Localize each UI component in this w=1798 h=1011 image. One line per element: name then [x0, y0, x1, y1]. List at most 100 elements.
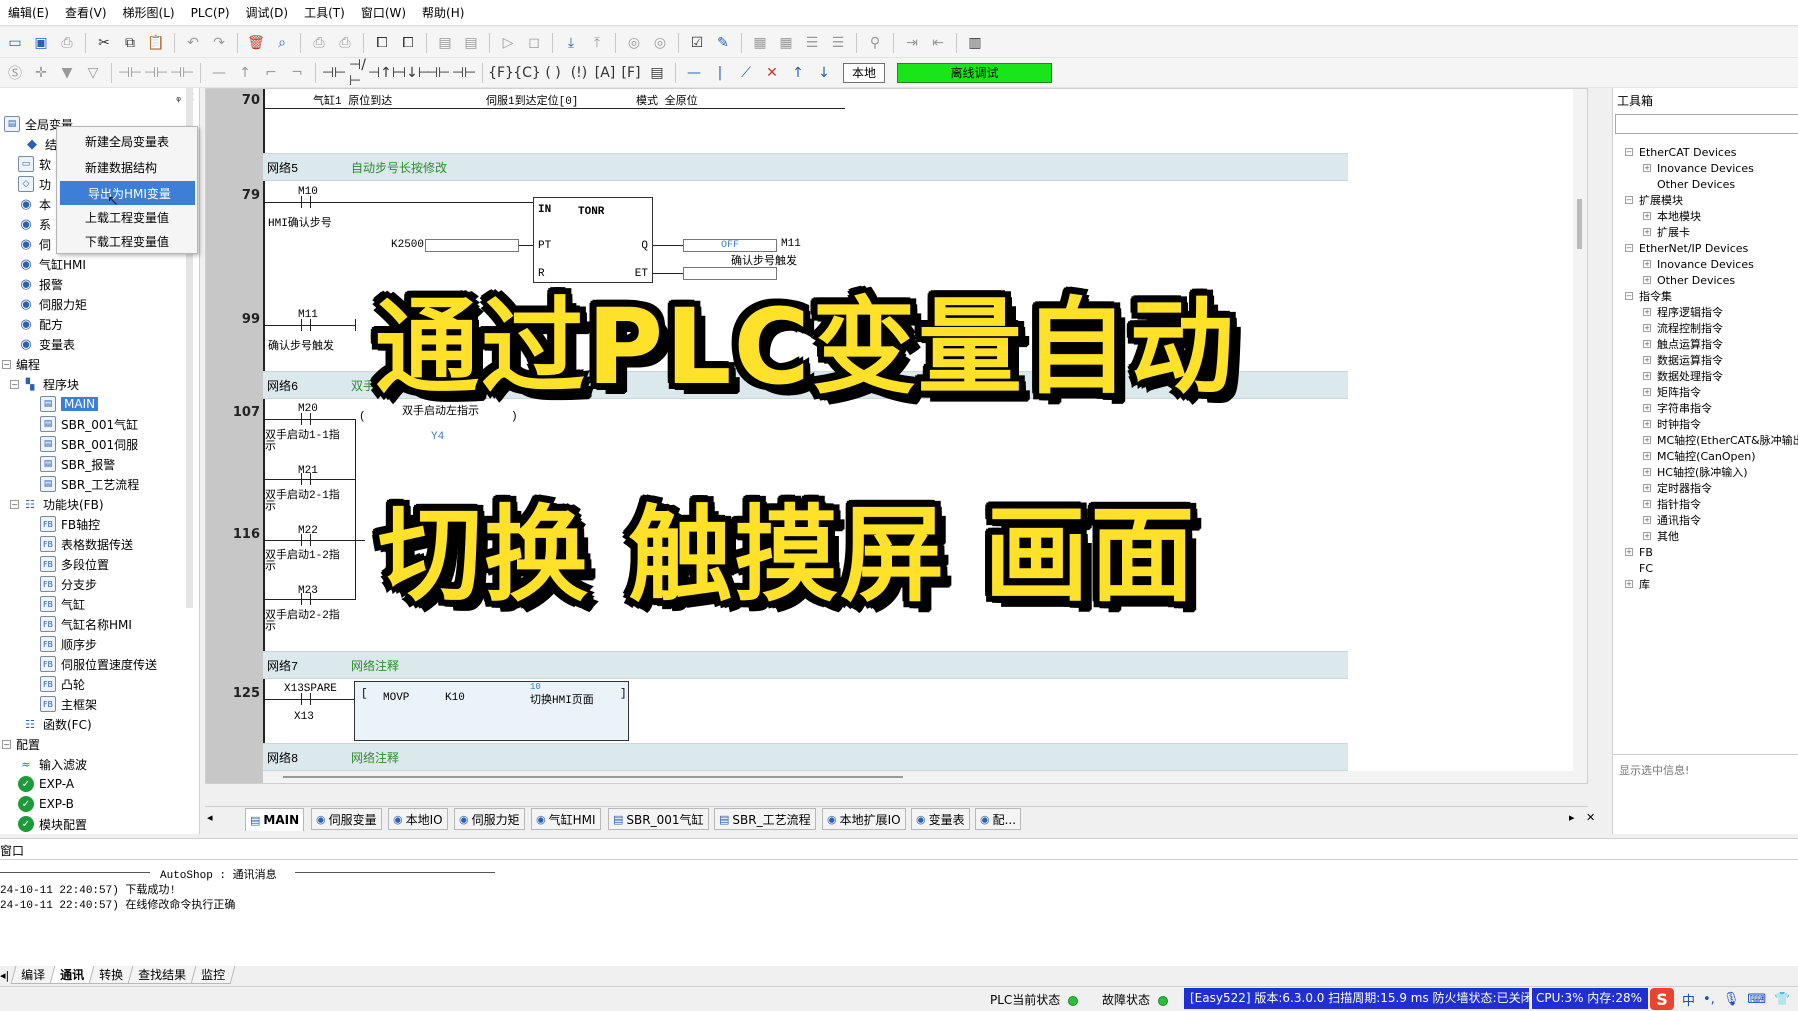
tree-config[interactable]: 配置: [16, 734, 40, 754]
down-arrow-icon[interactable]: ↓: [813, 62, 835, 84]
ctx-download-values[interactable]: 下载工程变量值: [57, 229, 197, 253]
tree-fb-servo-pos[interactable]: FB 伺服位置速度传送: [40, 654, 157, 674]
tree-module-config[interactable]: ✓ 模块配置: [18, 814, 87, 834]
tab-cyl-hmi[interactable]: ◉ 气缸HMI: [531, 808, 601, 830]
menu-edit[interactable]: 编辑(E): [8, 4, 49, 21]
tree-programming[interactable]: 编程: [16, 354, 40, 374]
keyboard-icon[interactable]: ⌨: [1747, 992, 1766, 1007]
ctx-new-global-table[interactable]: 新建全局变量表: [57, 129, 197, 153]
delete-icon[interactable]: 🗑: [245, 32, 267, 54]
toolbox-node[interactable]: + 其他: [1643, 528, 1679, 544]
tree-sbr-servo[interactable]: ▤ SBR_001伺服: [40, 434, 138, 454]
network-header[interactable]: 网络5 自动步号长按修改: [263, 153, 1348, 181]
network-header[interactable]: 网络8 网络注释: [263, 743, 1348, 771]
shirt-icon[interactable]: 👕: [1774, 992, 1790, 1007]
toolbox-node[interactable]: − 指令集: [1625, 288, 1672, 304]
tree-item-soft[interactable]: ▭ 软: [18, 154, 51, 174]
tree-item-system[interactable]: ◉ 系: [18, 214, 51, 234]
toolbox-node[interactable]: + 程序逻辑指令: [1643, 304, 1723, 320]
editor-vertical-scrollbar[interactable]: [1573, 89, 1587, 783]
toolbox-node[interactable]: + MC轴控(EtherCAT&脉冲输出): [1643, 432, 1798, 448]
ctx-export-hmi-vars[interactable]: 导出为HMI变量: [60, 181, 195, 205]
line-icon[interactable]: —: [208, 62, 230, 84]
tree-fb-sequence[interactable]: FB 顺序步: [40, 634, 97, 654]
tree-item-servo[interactable]: ◉ 伺: [18, 234, 51, 254]
corner-icon[interactable]: ⌐: [260, 62, 282, 84]
ime-toolbar[interactable]: S 中 •, 🎙 ⌨ 👕 ⁞⁞: [1650, 988, 1798, 1010]
contact2-icon[interactable]: ⊣⊢: [144, 62, 168, 84]
offline-debug-button[interactable]: 离线调试: [897, 62, 1053, 83]
tree-item-alarm[interactable]: ◉ 报警: [18, 274, 63, 294]
toolbox-node[interactable]: + FB: [1625, 544, 1653, 560]
tree-input-filter[interactable]: ≈ 输入滤波: [18, 754, 87, 774]
toolbox-node[interactable]: + 流程控制指令: [1643, 320, 1723, 336]
tree-fb-branch[interactable]: FB 分支步: [40, 574, 97, 594]
a-icon[interactable]: [A]: [594, 62, 616, 84]
tree-main[interactable]: ▤ MAIN: [40, 394, 99, 414]
tree-expa[interactable]: ✓ EXP-A: [18, 774, 74, 794]
tab-var-table[interactable]: ◉ 变量表: [911, 808, 970, 830]
undo-icon[interactable]: ↶: [182, 32, 204, 54]
tab-close-icon[interactable]: ✕: [1586, 811, 1595, 824]
toolbox-node[interactable]: + 矩阵指令: [1643, 384, 1701, 400]
tree-sbr-alarm[interactable]: ▤ SBR_报警: [40, 454, 115, 474]
output-tab-comm[interactable]: 通讯: [49, 966, 95, 984]
menu-debug[interactable]: 调试(D): [246, 4, 289, 21]
pin-icon[interactable]: ⚲: [864, 32, 886, 54]
upload-icon[interactable]: ⤒: [586, 32, 608, 54]
toolbox-node[interactable]: + 字符串指令: [1643, 400, 1712, 416]
tab-servo-vars[interactable]: ◉ 伺服变量: [311, 808, 382, 830]
toolbox-node[interactable]: + Inovance Devices: [1643, 256, 1754, 272]
print-preview-icon[interactable]: ⎙: [308, 32, 330, 54]
monitor-icon[interactable]: ◎: [623, 32, 645, 54]
toolbox-node[interactable]: + Other Devices: [1643, 272, 1735, 288]
par-contact-icon[interactable]: ⊣⊢: [426, 62, 450, 84]
list-icon[interactable]: ☰: [801, 32, 823, 54]
tree-fc[interactable]: ☷ 函数(FC): [22, 714, 92, 734]
copy-icon[interactable]: ⧉: [119, 32, 141, 54]
tree-fb-multipos[interactable]: FB 多段位置: [40, 554, 109, 574]
tree-item-local[interactable]: ◉ 本: [18, 194, 51, 214]
tree-fb-axis[interactable]: FB FB轴控: [40, 514, 100, 534]
toolbox-node[interactable]: + 时钟指令: [1643, 416, 1701, 432]
panel-icon[interactable]: ▥: [964, 32, 986, 54]
tab-sbr-cyl[interactable]: ▤ SBR_001气缸: [608, 808, 709, 830]
tab-local-io[interactable]: ◉ 本地IO: [388, 808, 448, 830]
tree-fb-table[interactable]: FB 表格数据传送: [40, 534, 133, 554]
import-icon[interactable]: ⇥: [901, 32, 923, 54]
toolbox-node[interactable]: + 指针指令: [1643, 496, 1701, 512]
menu-plc[interactable]: PLC(P): [191, 6, 230, 20]
tree-fb-cyl-name[interactable]: FB 气缸名称HMI: [40, 614, 132, 634]
ime-punct-icon[interactable]: •,: [1703, 992, 1715, 1007]
par-nc-icon[interactable]: ⊣⊢: [452, 62, 476, 84]
toolbox-node[interactable]: + 库: [1625, 576, 1650, 592]
box-icon[interactable]: ▤: [646, 62, 668, 84]
ime-lang[interactable]: 中: [1682, 990, 1695, 1009]
diag-icon[interactable]: ⟋: [735, 62, 757, 84]
fall-contact-icon[interactable]: ⊣↓⊢: [394, 62, 430, 84]
doc-icon[interactable]: ▤: [434, 32, 456, 54]
tree-fb[interactable]: ☷ 功能块(FB): [22, 494, 103, 514]
up-arrow-icon[interactable]: ↑: [787, 62, 809, 84]
tree-fb-mainframe[interactable]: FB 主框架: [40, 694, 97, 714]
network-header[interactable]: 网络7 网络注释: [263, 651, 1348, 679]
toolbox-node[interactable]: FC: [1625, 560, 1653, 576]
local-button[interactable]: 本地: [843, 62, 886, 83]
download-icon[interactable]: ⤓: [560, 32, 582, 54]
list2-icon[interactable]: ☰: [827, 32, 849, 54]
tab-main[interactable]: ▤ MAIN: [245, 808, 305, 831]
tab-sbr-process[interactable]: ▤ SBR_工艺流程: [714, 808, 816, 830]
tree-item-func[interactable]: ◇ 功: [18, 174, 51, 194]
hline-icon[interactable]: —: [683, 62, 705, 84]
menu-view[interactable]: 查看(V): [65, 4, 107, 21]
export-icon[interactable]: ⇤: [927, 32, 949, 54]
tab-scroll-right[interactable]: ▸: [1569, 811, 1575, 824]
ladder-editor[interactable]: 70 气缸1 原位到达 伺服1到达定位[0] 模式 全原位 网络5 自动步号长按修…: [205, 88, 1588, 784]
q-value-box[interactable]: OFF: [683, 239, 777, 252]
search-icon[interactable]: ⌕: [271, 32, 293, 54]
tree-item-var-table[interactable]: ◉ 变量表: [18, 334, 75, 354]
contact3-icon[interactable]: ⊣⊢: [170, 62, 194, 84]
tab-servo-torque[interactable]: ◉ 伺服力矩: [454, 808, 525, 830]
tab-scroll-left[interactable]: ◂: [207, 811, 213, 824]
toolbox-search-input[interactable]: [1615, 114, 1798, 134]
